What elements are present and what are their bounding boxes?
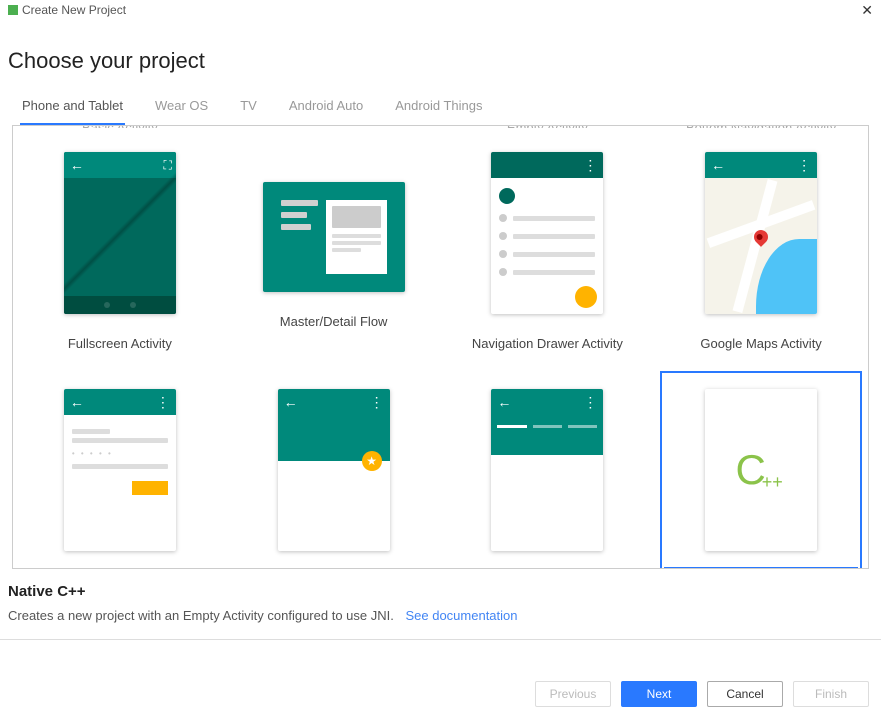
- template-label: Scrolling Activity: [237, 567, 431, 569]
- template-card-tabbed[interactable]: ←⋮ Tabbed Activity: [441, 365, 655, 569]
- template-card-native-cpp[interactable]: C++ Native C++: [654, 365, 868, 569]
- template-thumb: [263, 182, 405, 292]
- finish-button[interactable]: Finish: [793, 681, 869, 707]
- overflow-icon: ⋮: [370, 394, 384, 411]
- app-icon: [8, 5, 18, 15]
- template-card-login[interactable]: ←⋮ • • • • • Login Activity: [13, 365, 227, 569]
- template-label: Native C++: [664, 567, 858, 569]
- overflow-icon: ⋮: [583, 157, 597, 174]
- description-text: Creates a new project with an Empty Acti…: [8, 608, 394, 623]
- previous-button[interactable]: Previous: [535, 681, 611, 707]
- back-arrow-icon: ←: [284, 394, 298, 410]
- back-arrow-icon: ←: [711, 157, 725, 173]
- template-card-masterdetail[interactable]: Master/Detail Flow: [227, 128, 441, 365]
- template-card-navdrawer[interactable]: ⋮ Navigation Drawer Activity: [441, 128, 655, 365]
- template-label: Login Activity: [23, 567, 217, 569]
- template-label: Navigation Drawer Activity: [451, 330, 645, 357]
- tab-tv[interactable]: TV: [238, 92, 259, 125]
- fab-icon: ★: [362, 451, 382, 471]
- template-thumb: C++: [705, 389, 817, 551]
- template-gallery: Basic Activity Empty Activity Bottom Nav…: [12, 125, 869, 569]
- next-button[interactable]: Next: [621, 681, 697, 707]
- titlebar: Create New Project ✕: [0, 0, 881, 20]
- close-icon[interactable]: ✕: [861, 2, 873, 19]
- tab-android-things[interactable]: Android Things: [393, 92, 484, 125]
- template-thumb: ←⛶: [64, 152, 176, 314]
- template-label: Google Maps Activity: [664, 330, 858, 357]
- page-title: Choose your project: [0, 20, 881, 92]
- tab-phone-tablet[interactable]: Phone and Tablet: [20, 92, 125, 126]
- tab-android-auto[interactable]: Android Auto: [287, 92, 365, 125]
- template-card-scrolling[interactable]: ← ⋮ ★ Scrolling Activity: [227, 365, 441, 569]
- description-title: Native C++: [8, 583, 873, 600]
- back-arrow-icon: ←: [70, 394, 84, 410]
- separator: [0, 639, 881, 640]
- template-card-fullscreen[interactable]: ←⛶ Fullscreen Activity: [13, 128, 227, 365]
- footer-buttons: Previous Next Cancel Finish: [535, 681, 869, 707]
- template-thumb: ← ⋮ ★: [278, 389, 390, 551]
- template-thumb: ⋮: [491, 152, 603, 314]
- overflow-icon: ⋮: [156, 394, 170, 411]
- template-card-maps[interactable]: ←⋮ Google Maps Activity: [654, 128, 868, 365]
- template-thumb: ←⋮: [705, 152, 817, 314]
- template-thumb: ←⋮: [491, 389, 603, 551]
- cancel-button[interactable]: Cancel: [707, 681, 783, 707]
- tab-wear-os[interactable]: Wear OS: [153, 92, 210, 125]
- window-title: Create New Project: [22, 3, 126, 17]
- tabs: Phone and Tablet Wear OS TV Android Auto…: [0, 92, 881, 125]
- see-documentation-link[interactable]: See documentation: [405, 608, 517, 623]
- cpp-icon: C++: [735, 446, 786, 494]
- template-thumb: ←⋮ • • • • •: [64, 389, 176, 551]
- overflow-icon: ⋮: [797, 157, 811, 174]
- description-area: Native C++ Creates a new project with an…: [0, 569, 881, 629]
- template-label: Fullscreen Activity: [23, 330, 217, 357]
- back-arrow-icon: ←: [497, 394, 511, 410]
- overflow-icon: ⋮: [583, 394, 597, 411]
- template-label: Master/Detail Flow: [237, 308, 431, 335]
- template-label: Tabbed Activity: [451, 567, 645, 569]
